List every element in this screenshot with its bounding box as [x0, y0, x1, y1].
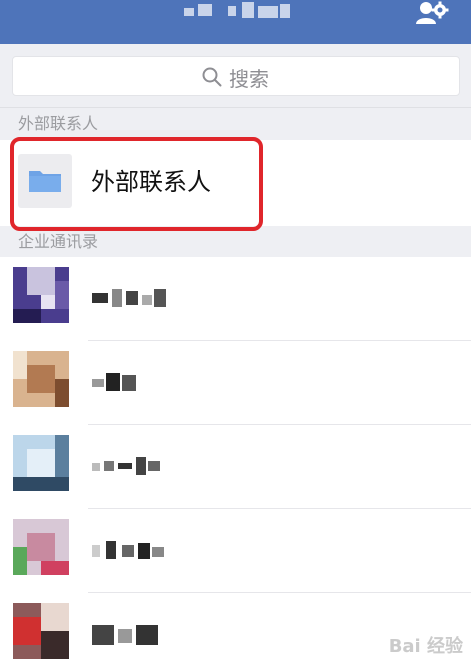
pixel-block [112, 289, 122, 307]
pixel-block [258, 6, 278, 18]
contact-row[interactable] [0, 257, 471, 341]
pixel-block [142, 295, 152, 305]
pixel-block [106, 373, 120, 391]
avatar-pixel [55, 281, 69, 309]
watermark: Bai 经验 [388, 636, 463, 657]
avatar-pixel [55, 379, 69, 407]
search-icon [202, 67, 222, 87]
pixel-block [118, 629, 132, 643]
avatar-pixel [41, 603, 69, 631]
contact-name [92, 623, 172, 647]
avatar-pixel [13, 351, 27, 379]
pixel-block [92, 293, 108, 303]
avatar-pixel [13, 477, 69, 491]
contact-row[interactable] [0, 341, 471, 425]
section-header-external: 外部联系人 [18, 114, 99, 133]
avatar-pixel [27, 267, 55, 295]
pixel-block [122, 545, 134, 557]
avatar-pixel [27, 365, 55, 393]
contact-name [92, 287, 172, 311]
pixel-block [92, 379, 104, 387]
avatar [13, 435, 69, 491]
avatar-pixel [13, 617, 41, 645]
contact-row[interactable] [0, 425, 471, 509]
avatar-pixel [55, 435, 69, 477]
top-navigation-bar [0, 0, 471, 44]
pixel-block [92, 545, 100, 557]
avatar-pixel [13, 309, 41, 323]
contact-list [0, 257, 471, 662]
pixel-block [104, 461, 114, 471]
avatar [13, 519, 69, 575]
pixel-block [122, 375, 136, 391]
pixel-block [136, 457, 146, 475]
contact-name [92, 371, 172, 395]
section-header-directory: 企业通讯录 [18, 232, 99, 251]
pixel-block [92, 625, 114, 645]
avatar-pixel [27, 533, 55, 561]
pixel-block [152, 547, 164, 557]
avatar [13, 267, 69, 323]
user-settings-glyph [416, 1, 449, 24]
folder-icon-tile [18, 154, 72, 208]
pixel-block [198, 4, 212, 16]
avatar-pixel [41, 295, 55, 309]
avatar [13, 603, 69, 659]
avatar-pixel [41, 631, 69, 659]
page-title [184, 2, 292, 24]
avatar-pixel [27, 449, 55, 477]
pixel-block [280, 4, 290, 18]
pixel-block [242, 2, 254, 18]
avatar-pixel [13, 547, 27, 575]
pixel-block [138, 543, 150, 559]
contact-row[interactable] [0, 509, 471, 593]
search-placeholder: 搜索 [201, 65, 269, 91]
contact-name [92, 455, 172, 479]
avatar [13, 351, 69, 407]
external-contacts-label: 外部联系人 [91, 168, 211, 196]
external-contacts-item[interactable]: 外部联系人 [0, 140, 471, 226]
search-label: 搜索 [229, 66, 269, 91]
pixel-block [106, 541, 116, 559]
pixel-block [136, 625, 158, 645]
user-settings-icon[interactable] [414, 0, 450, 26]
avatar-pixel [41, 561, 69, 575]
search-input[interactable]: 搜索 [12, 56, 460, 96]
pixel-block [154, 289, 166, 307]
pixel-block [118, 463, 132, 469]
search-area: 搜索 [0, 44, 471, 108]
pixel-block [126, 291, 138, 305]
contact-name [92, 539, 172, 563]
pixel-block [148, 461, 160, 471]
pixel-block [92, 463, 100, 471]
pixel-block [184, 8, 194, 16]
pixel-block [228, 6, 236, 16]
folder-icon [29, 171, 61, 192]
